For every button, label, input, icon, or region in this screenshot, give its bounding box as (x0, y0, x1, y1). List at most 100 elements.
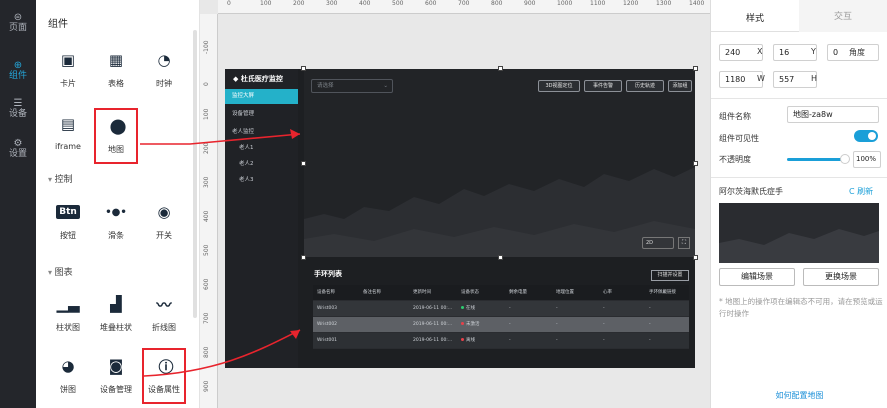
ruler-tick: 200 (203, 142, 210, 154)
component-bar-chart[interactable]: ▁▃ 柱状图 (46, 288, 90, 344)
resize-handle[interactable] (301, 66, 306, 71)
table-row[interactable]: Wrist001 2019-06-11 00:... 离线 - - - - (313, 333, 689, 349)
refresh-link[interactable]: C 刷新 (849, 186, 873, 197)
dash-nav-elderly[interactable]: 老人监控 (225, 125, 298, 140)
component-clock[interactable]: ◔ 时钟 (142, 44, 186, 100)
tab-style[interactable]: 样式 (711, 11, 799, 24)
component-map[interactable]: ⬤ 地图 (94, 108, 138, 164)
ruler-tick: 1000 (557, 0, 573, 7)
cell-location: - (556, 306, 558, 311)
cell-time: 2019-06-11 00:... (413, 338, 453, 343)
ruler-tick: 1200 (623, 0, 639, 7)
switch-icon: ◉ (157, 203, 171, 221)
component-label: 滑条 (108, 231, 124, 240)
component-button[interactable]: Btn 按钮 (46, 196, 90, 252)
rail-item-devices[interactable]: ☰ 设备 (0, 98, 36, 120)
dash-nav-devices[interactable]: 设备管理 (225, 107, 298, 122)
ruler-left: -100 0 100 200 300 400 500 600 700 800 9… (200, 14, 218, 408)
ruler-tick: 700 (458, 0, 470, 7)
visibility-toggle[interactable] (854, 130, 878, 142)
status-dot (461, 306, 464, 309)
component-device-manage[interactable]: ◙ 设备管理 (94, 350, 138, 406)
table-scan-button[interactable]: 扫描并设置 (651, 270, 689, 281)
edit-scene-button[interactable]: 编辑场景 (719, 268, 795, 286)
resize-handle[interactable] (693, 161, 698, 166)
resize-handle[interactable] (498, 66, 503, 71)
component-card[interactable]: ▣ 卡片 (46, 44, 90, 100)
ruler-tick: 1400 (689, 0, 705, 7)
cell-link: - (649, 338, 651, 343)
map-btn-track[interactable]: 历史轨迹 (626, 80, 664, 92)
stacked-bar-icon: ▟ (110, 295, 122, 313)
dash-nav-elderly-2[interactable]: 老人2 (225, 157, 298, 172)
map-component[interactable]: 请选择 ⌄ 3D视图定位 事件告警 历史轨迹 添加组 2D ⛶ (304, 69, 695, 257)
rail-item-settings[interactable]: ⚙ 设置 (0, 138, 36, 160)
dashboard-logo: ◆ 杜氏医疗监控 (233, 74, 283, 84)
component-line-chart[interactable]: 〰 折线图 (142, 288, 186, 344)
map-select[interactable]: 请选择 ⌄ (311, 79, 393, 93)
rail-item-label: 设备 (8, 109, 27, 119)
section-controls[interactable]: 控制 (48, 172, 73, 185)
map-config-help-link[interactable]: 如何配置地图 (711, 390, 887, 401)
component-panel: 组件 ▣ 卡片 ▦ 表格 ◔ 时钟 ▤ iframe ⬤ 地图 控制 Btn 按… (36, 0, 200, 408)
ruler-tick: 100 (203, 108, 210, 120)
resize-handle[interactable] (301, 255, 306, 260)
fullscreen-icon[interactable]: ⛶ (678, 237, 690, 249)
component-label: 堆叠柱状 (100, 323, 132, 332)
component-stacked-bar[interactable]: ▟ 堆叠柱状 (94, 288, 138, 344)
table-row[interactable]: Wrist003 2019-06-11 00:... 在线 - - - - (313, 301, 689, 317)
map-btn-alarm[interactable]: 事件告警 (584, 80, 622, 92)
cell-link: - (649, 322, 651, 327)
cell-name: Wrist001 (317, 338, 338, 343)
component-device-props[interactable]: ⓘ 设备属性 (142, 348, 186, 404)
component-iframe[interactable]: ▤ iframe (46, 108, 90, 164)
line-chart-icon: 〰 (156, 295, 172, 314)
cell-status: 离线 (461, 333, 475, 349)
change-scene-button[interactable]: 更换场景 (803, 268, 879, 286)
component-slider[interactable]: •●• 滑条 (94, 196, 138, 252)
dash-nav-monitor[interactable]: 监控大屏 (225, 89, 298, 104)
component-label: 卡片 (60, 79, 76, 88)
opacity-slider-handle[interactable] (840, 154, 850, 164)
map-layer-toggle[interactable]: 2D (642, 237, 674, 249)
resize-handle[interactable] (498, 255, 503, 260)
rail-item-pages[interactable]: ⊜ 页面 (0, 12, 36, 34)
table-header-row: 设备名称 备注名称 更新时间 设备状态 剩余电量 地理位置 心率 手环佩戴链接 (313, 285, 689, 301)
map-btn-3d[interactable]: 3D视图定位 (538, 80, 580, 92)
table-row[interactable]: Wrist002 2019-06-11 00:... 未激活 - - - - (313, 317, 689, 333)
resize-handle[interactable] (301, 161, 306, 166)
dash-nav-elderly-1[interactable]: 老人1 (225, 141, 298, 156)
ruler-tick: 400 (203, 210, 210, 222)
rail-item-label: 设置 (8, 149, 27, 159)
component-table[interactable]: ▦ 表格 (94, 44, 138, 100)
opacity-slider[interactable] (787, 158, 843, 161)
status-text: 离线 (466, 338, 475, 343)
dashboard-preview[interactable]: ◆ 杜氏医疗监控 监控大屏 设备管理 老人监控 老人1 老人2 老人3 请选择 ⌄… (225, 69, 695, 368)
cell-time: 2019-06-11 00:... (413, 322, 453, 327)
resize-handle[interactable] (693, 66, 698, 71)
section-charts[interactable]: 图表 (48, 265, 73, 278)
component-name-input[interactable]: 地图-za8w (787, 106, 879, 123)
device-manage-icon: ◙ (108, 357, 124, 375)
component-switch[interactable]: ◉ 开关 (142, 196, 186, 252)
opacity-input[interactable]: 100% (853, 151, 881, 168)
component-pie-chart[interactable]: ◕ 饼图 (46, 350, 90, 406)
ruler-tick: 0 (203, 82, 210, 86)
cell-link: - (649, 306, 651, 311)
width-label: W (757, 74, 765, 83)
component-label: 表格 (108, 79, 124, 88)
component-label: 地图 (108, 145, 124, 154)
ruler-tick: 600 (203, 278, 210, 290)
component-label: 开关 (156, 231, 172, 240)
map-btn-add-group[interactable]: 添加组 (668, 80, 692, 92)
rail-item-components[interactable]: ⊕ 组件 (0, 60, 36, 82)
pages-icon: ⊜ (13, 12, 23, 23)
dash-nav-elderly-3[interactable]: 老人3 (225, 173, 298, 188)
resize-handle[interactable] (693, 255, 698, 260)
ruler-tick: 700 (203, 312, 210, 324)
panel-scrollbar[interactable] (193, 30, 197, 318)
table-header: 剩余电量 (509, 290, 527, 295)
tab-interaction[interactable]: 交互 (799, 0, 887, 32)
ruler-tick: 500 (203, 244, 210, 256)
cell-heart: - (603, 338, 605, 343)
